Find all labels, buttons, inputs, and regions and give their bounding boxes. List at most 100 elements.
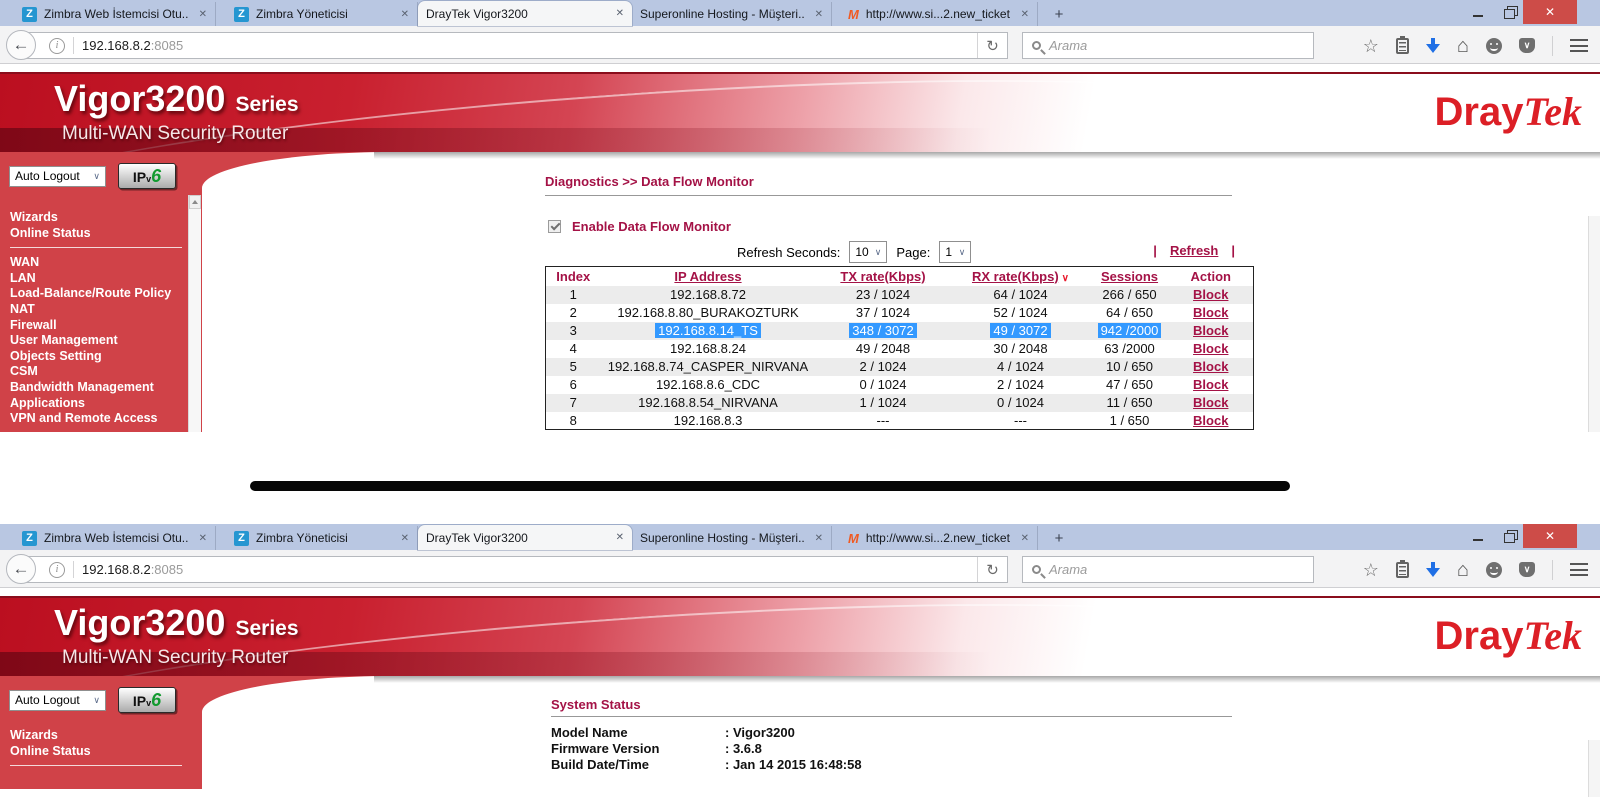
tab-zimbra-admin[interactable]: Z Zimbra Yöneticisi [226, 2, 418, 26]
sidebar-item-online-status[interactable]: Online Status [10, 744, 190, 760]
ipv6-button[interactable]: IPv6 [118, 687, 176, 713]
page-select[interactable]: 1 [939, 241, 971, 263]
bookmarks-list-icon[interactable] [1396, 562, 1409, 578]
minimize-button[interactable] [1463, 524, 1493, 548]
col-sessions[interactable]: Sessions [1091, 267, 1169, 286]
home-icon[interactable] [1457, 36, 1469, 56]
col-index: Index [546, 267, 601, 286]
sidebar-item-online-status[interactable]: Online Status [10, 226, 190, 242]
downloads-icon[interactable] [1426, 562, 1440, 578]
block-link[interactable]: Block [1193, 341, 1228, 356]
tab-close-icon[interactable] [815, 533, 823, 544]
tab-close-icon[interactable] [815, 9, 823, 20]
refresh-link[interactable]: Refresh [1170, 243, 1218, 258]
hamburger-menu-icon[interactable] [1570, 39, 1588, 52]
new-tab-button[interactable]: + [1046, 527, 1072, 549]
tab-close-icon[interactable] [616, 532, 624, 543]
restore-button[interactable] [1493, 524, 1523, 548]
col-ip[interactable]: IP Address [601, 267, 816, 286]
tab-close-icon[interactable] [401, 9, 409, 20]
downloads-icon[interactable] [1426, 38, 1440, 54]
hello-icon[interactable] [1486, 562, 1502, 578]
bookmarks-list-icon[interactable] [1396, 38, 1409, 54]
sidebar-item-load-balance[interactable]: Load-Balance/Route Policy [10, 286, 190, 302]
pocket-icon[interactable] [1519, 562, 1535, 577]
block-link[interactable]: Block [1193, 413, 1228, 428]
tab-zimbra-web[interactable]: Z Zimbra Web İstemcisi Otu... [14, 526, 216, 550]
close-button[interactable] [1523, 524, 1577, 548]
tab-draytek-active[interactable]: DrayTek Vigor3200 [418, 1, 632, 26]
pocket-icon[interactable] [1519, 38, 1535, 53]
bookmark-star-icon[interactable] [1363, 37, 1379, 55]
sidebar-item-applications[interactable]: Applications [10, 396, 190, 412]
reload-icon[interactable] [977, 557, 1007, 582]
tab-close-icon[interactable] [616, 8, 624, 19]
home-icon[interactable] [1457, 560, 1469, 580]
sort-indicator-icon [1062, 273, 1069, 284]
info-icon[interactable] [49, 562, 65, 578]
hamburger-menu-icon[interactable] [1570, 563, 1588, 576]
sidebar-item-wan[interactable]: WAN [10, 255, 190, 271]
new-tab-button[interactable]: + [1046, 3, 1072, 25]
sidebar-item-objects-setting[interactable]: Objects Setting [10, 349, 190, 365]
divider [73, 561, 74, 578]
url-text[interactable]: 192.168.8.2:8085 [82, 562, 977, 577]
block-link[interactable]: Block [1193, 305, 1228, 320]
tab-close-icon[interactable] [199, 9, 207, 20]
tab-close-icon[interactable] [1021, 533, 1029, 544]
auto-logout-select[interactable]: Auto Logout [9, 166, 106, 187]
bookmark-star-icon[interactable] [1363, 561, 1379, 579]
sidebar-item-wizards[interactable]: Wizards [10, 210, 190, 226]
sidebar-item-user-management[interactable]: User Management [10, 333, 190, 349]
block-link[interactable]: Block [1193, 395, 1228, 410]
col-rx[interactable]: RX rate(Kbps) [951, 267, 1091, 286]
sidebar-item-nat[interactable]: NAT [10, 302, 190, 318]
auto-logout-select[interactable]: Auto Logout [9, 690, 106, 711]
refresh-seconds-select[interactable]: 10 [849, 241, 887, 263]
back-button[interactable] [6, 554, 36, 584]
search-input[interactable]: Arama [1022, 32, 1314, 59]
browser-window-bottom: Z Zimbra Web İstemcisi Otu... Z Zimbra Y… [0, 524, 1600, 797]
tab-close-icon[interactable] [401, 533, 409, 544]
sidebar-item-bandwidth-management[interactable]: Bandwidth Management [10, 380, 190, 396]
divider [10, 247, 182, 248]
scroll-up-arrow[interactable] [189, 195, 201, 209]
table-row: 1192.168.8.72 23 / 102464 / 1024 266 / 6… [546, 286, 1254, 304]
reload-icon[interactable] [977, 33, 1007, 58]
tab-zimbra-web[interactable]: Z Zimbra Web İstemcisi Otu... [14, 2, 216, 26]
close-button[interactable] [1523, 0, 1577, 24]
tab-zimbra-admin[interactable]: Z Zimbra Yöneticisi [226, 526, 418, 550]
ipv6-button[interactable]: IPv6 [118, 163, 176, 189]
window-scrollbar[interactable] [1588, 216, 1600, 432]
sidebar-item-csm[interactable]: CSM [10, 364, 190, 380]
block-link[interactable]: Block [1193, 377, 1228, 392]
window-scrollbar[interactable] [1588, 740, 1600, 797]
col-tx[interactable]: TX rate(Kbps) [816, 267, 951, 286]
table-row: 6192.168.8.6_CDC 0 / 10242 / 1024 47 / 6… [546, 376, 1254, 394]
back-button[interactable] [6, 30, 36, 60]
sidebar-item-vpn[interactable]: VPN and Remote Access [10, 411, 190, 427]
tab-draytek-active[interactable]: DrayTek Vigor3200 [418, 525, 632, 550]
info-icon[interactable] [49, 38, 65, 54]
tab-superonline[interactable]: Superonline Hosting - Müşteri... [632, 2, 832, 26]
url-bar[interactable]: 192.168.8.2:8085 [22, 32, 1008, 59]
sidebar-item-lan[interactable]: LAN [10, 271, 190, 287]
block-link[interactable]: Block [1193, 323, 1228, 338]
restore-button[interactable] [1493, 0, 1523, 24]
url-bar[interactable]: 192.168.8.2:8085 [22, 556, 1008, 583]
tab-new-ticket[interactable]: M http://www.si...2.new_ticket [840, 2, 1038, 26]
url-text[interactable]: 192.168.8.2:8085 [82, 38, 977, 53]
tab-close-icon[interactable] [1021, 9, 1029, 20]
search-input[interactable]: Arama [1022, 556, 1314, 583]
sidebar-scrollbar[interactable] [188, 195, 201, 432]
tab-superonline[interactable]: Superonline Hosting - Müşteri... [632, 526, 832, 550]
enable-monitor-checkbox[interactable] [548, 220, 561, 233]
block-link[interactable]: Block [1193, 287, 1228, 302]
hello-icon[interactable] [1486, 38, 1502, 54]
block-link[interactable]: Block [1193, 359, 1228, 374]
sidebar-item-firewall[interactable]: Firewall [10, 318, 190, 334]
tab-new-ticket[interactable]: M http://www.si...2.new_ticket [840, 526, 1038, 550]
sidebar-item-wizards[interactable]: Wizards [10, 728, 190, 744]
minimize-button[interactable] [1463, 0, 1493, 24]
tab-close-icon[interactable] [199, 533, 207, 544]
